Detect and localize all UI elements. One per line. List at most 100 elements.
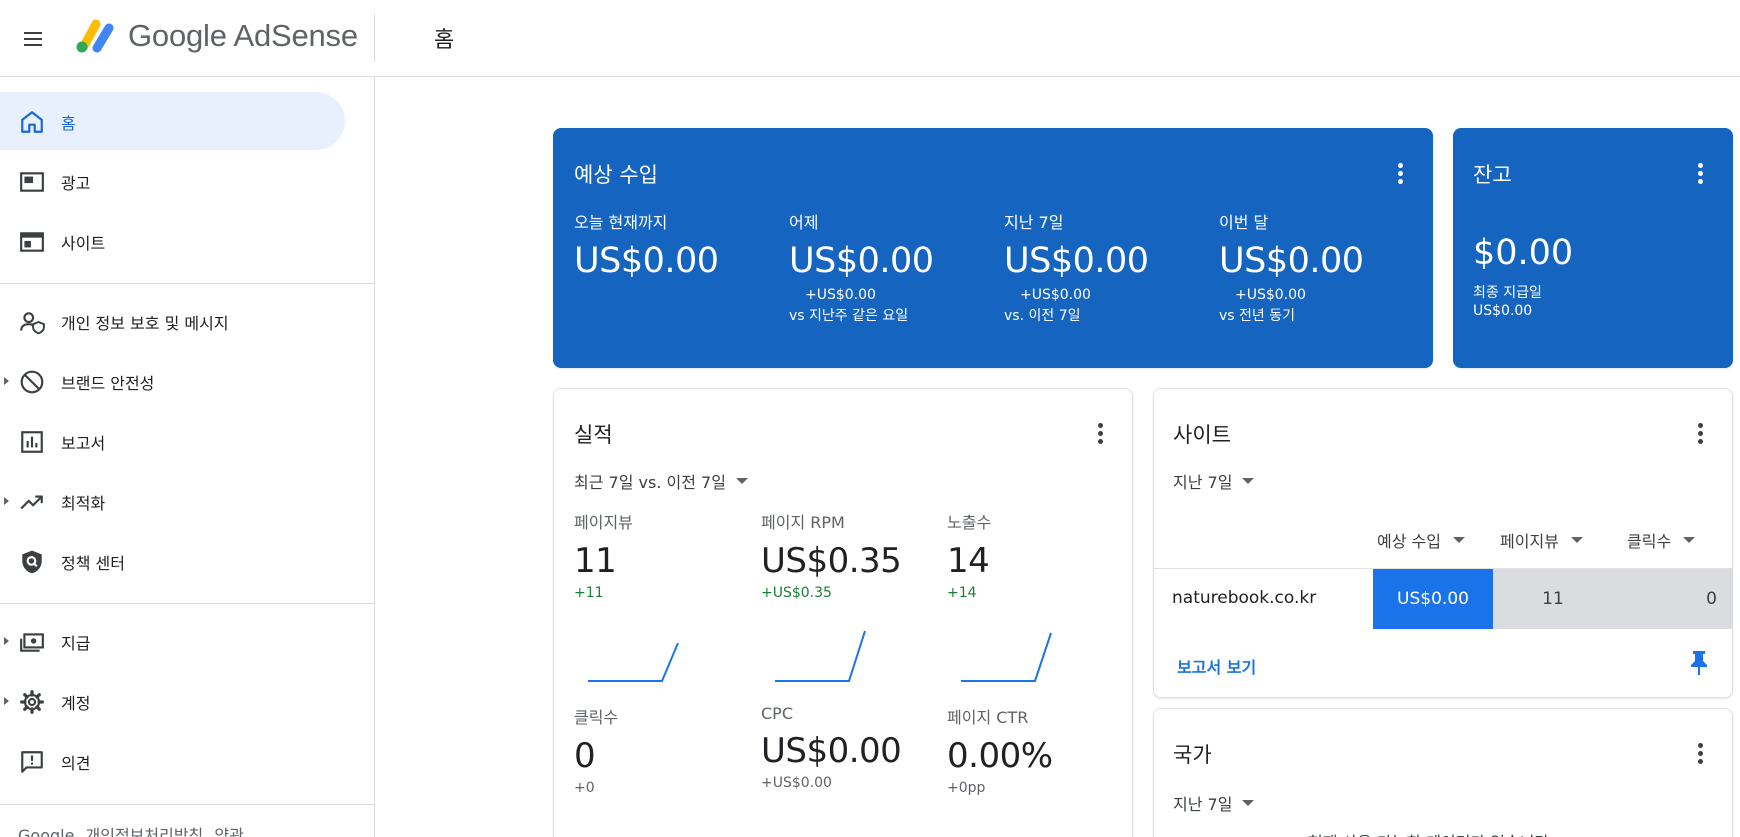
- sidebar-item-reports[interactable]: 보고서: [0, 412, 345, 470]
- footer-link-terms[interactable]: 약관: [214, 826, 243, 837]
- perf-metric-cpc[interactable]: CPC US$0.00 +US$0.00: [761, 704, 902, 791]
- app-header: Google AdSense 홈: [0, 0, 1740, 77]
- earnings-card-title: 예상 수입: [574, 163, 658, 187]
- metric-delta: +US$0.35: [761, 585, 832, 601]
- metric-value: 14: [947, 541, 990, 581]
- metric-delta: +0: [574, 780, 595, 796]
- metric-delta: +US$0.00: [1235, 287, 1306, 303]
- metric-comparison: vs 지난주 같은 요일: [789, 308, 909, 324]
- policy-shield-icon: [18, 548, 46, 576]
- countries-card-title: 국가: [1173, 743, 1212, 767]
- sidebar-item-sites[interactable]: 사이트: [0, 212, 345, 270]
- pin-icon[interactable]: [1687, 649, 1711, 677]
- gear-icon: [18, 688, 46, 716]
- sidebar-item-payments[interactable]: 지급: [0, 612, 345, 670]
- column-header-estimated-earnings[interactable]: 예상 수입: [1377, 528, 1465, 552]
- earnings-metric-last-7-days: 지난 7일 US$0.00 +US$0.00 vs. 이전 7일: [1004, 209, 1149, 325]
- balance-value: $0.00: [1473, 233, 1574, 273]
- sites-more-menu-button[interactable]: [1688, 421, 1712, 445]
- metric-value: US$0.00: [789, 241, 934, 281]
- sidebar-item-feedback[interactable]: 의견: [0, 732, 345, 790]
- sidebar-item-policy-center[interactable]: 정책 센터: [0, 532, 345, 590]
- reports-icon: [18, 428, 46, 456]
- sidebar-divider: [0, 283, 375, 284]
- performance-range-dropdown[interactable]: 최근 7일 vs. 이전 7일: [574, 469, 748, 493]
- page-rpm-sparkline: [775, 630, 866, 682]
- payments-icon: [18, 628, 46, 656]
- feedback-icon: [18, 748, 46, 776]
- privacy-messaging-icon: [18, 308, 46, 336]
- sidebar-item-home[interactable]: 홈: [0, 92, 345, 150]
- metric-comparison: vs. 이전 7일: [1004, 308, 1081, 324]
- dropdown-label: 지난 7일: [1173, 473, 1233, 492]
- sidebar-item-brand-safety[interactable]: 브랜드 안전성: [0, 352, 345, 410]
- metric-delta: +0pp: [947, 780, 986, 796]
- last-payment-value: US$0.00: [1473, 303, 1533, 319]
- metric-label: CPC: [761, 704, 793, 723]
- metric-label: 지난 7일: [1004, 213, 1064, 232]
- sidebar-item-label: 계정: [61, 694, 91, 713]
- table-row[interactable]: naturebook.co.kr US$0.00 11 0: [1154, 568, 1733, 629]
- main-menu-button[interactable]: [14, 20, 52, 58]
- adsense-logo-icon[interactable]: [72, 16, 120, 56]
- earnings-more-menu-button[interactable]: [1388, 161, 1412, 185]
- site-pageviews-cell: 11: [1542, 589, 1564, 609]
- metric-label: 노출수: [947, 513, 992, 532]
- sidebar-item-account[interactable]: 계정: [0, 672, 345, 730]
- metric-delta: +US$0.00: [805, 287, 876, 303]
- metric-label: 페이지 RPM: [761, 513, 845, 532]
- column-header-pageviews[interactable]: 페이지뷰: [1500, 528, 1583, 552]
- metric-value: 0: [574, 736, 596, 776]
- perf-metric-page-rpm[interactable]: 페이지 RPM US$0.35 +US$0.35: [761, 509, 902, 601]
- footer-link-google[interactable]: Google: [18, 826, 74, 837]
- metric-delta: +11: [574, 585, 604, 601]
- performance-more-menu-button[interactable]: [1088, 421, 1112, 445]
- metric-comparison: vs 전년 동기: [1219, 308, 1295, 324]
- expand-caret-icon: [4, 497, 9, 505]
- column-header-clicks[interactable]: 클릭수: [1627, 528, 1696, 552]
- brand-name[interactable]: Google AdSense: [128, 18, 358, 54]
- perf-metric-clicks[interactable]: 클릭수 0 +0: [574, 704, 618, 796]
- balance-card: 잔고 $0.00 최종 지급일 US$0.00: [1453, 128, 1733, 368]
- site-clicks-cell: 0: [1706, 589, 1717, 609]
- site-revenue-cell: US$0.00: [1373, 569, 1493, 629]
- metric-value: US$0.00: [1219, 241, 1364, 281]
- metric-label: 어제: [789, 213, 819, 232]
- perf-metric-page-ctr[interactable]: 페이지 CTR 0.00% +0pp: [947, 704, 1053, 796]
- metric-value: US$0.35: [761, 541, 902, 581]
- metric-value: US$0.00: [574, 241, 719, 281]
- metric-delta: +14: [947, 585, 977, 601]
- block-icon: [18, 368, 46, 396]
- earnings-metric-this-month: 이번 달 US$0.00 +US$0.00 vs 전년 동기: [1219, 209, 1364, 325]
- sidebar-item-ads[interactable]: 광고: [0, 152, 345, 210]
- expand-caret-icon: [4, 637, 9, 645]
- sort-arrow-icon: [1683, 537, 1696, 543]
- last-payment-label: 최종 지급일: [1473, 285, 1542, 301]
- view-report-link[interactable]: 보고서 보기: [1177, 654, 1256, 678]
- sidebar-item-label: 정책 센터: [61, 554, 125, 573]
- countries-range-dropdown[interactable]: 지난 7일: [1173, 791, 1255, 815]
- ads-icon: [18, 168, 46, 196]
- pageviews-sparkline: [588, 642, 679, 682]
- metric-label: 페이지뷰: [574, 513, 633, 532]
- sidebar-item-label: 지급: [61, 634, 91, 653]
- perf-metric-pageviews[interactable]: 페이지뷰 11 +11: [574, 509, 633, 601]
- dropdown-label: 지난 7일: [1173, 795, 1233, 814]
- hamburger-menu-icon: [24, 32, 42, 46]
- sidebar-item-privacy-messaging[interactable]: 개인 정보 보호 및 메시지: [0, 292, 345, 350]
- countries-more-menu-button[interactable]: [1688, 741, 1712, 765]
- perf-metric-impressions[interactable]: 노출수 14 +14: [947, 509, 991, 601]
- footer-link-privacy[interactable]: 개인정보처리방침: [86, 826, 204, 837]
- metric-value: US$0.00: [1004, 241, 1149, 281]
- sidebar-item-optimization[interactable]: 최적화: [0, 472, 345, 530]
- column-label: 클릭수: [1627, 532, 1672, 551]
- header-divider: [374, 14, 375, 62]
- column-label: 예상 수입: [1377, 532, 1441, 551]
- metric-label: 페이지 CTR: [947, 708, 1029, 727]
- sites-range-dropdown[interactable]: 지난 7일: [1173, 469, 1255, 493]
- balance-more-menu-button[interactable]: [1688, 161, 1712, 185]
- sidebar-item-label: 개인 정보 보호 및 메시지: [61, 314, 229, 333]
- sidebar-divider: [0, 804, 375, 805]
- dropdown-arrow-icon: [1242, 800, 1255, 806]
- sidebar-item-label: 최적화: [61, 494, 106, 513]
